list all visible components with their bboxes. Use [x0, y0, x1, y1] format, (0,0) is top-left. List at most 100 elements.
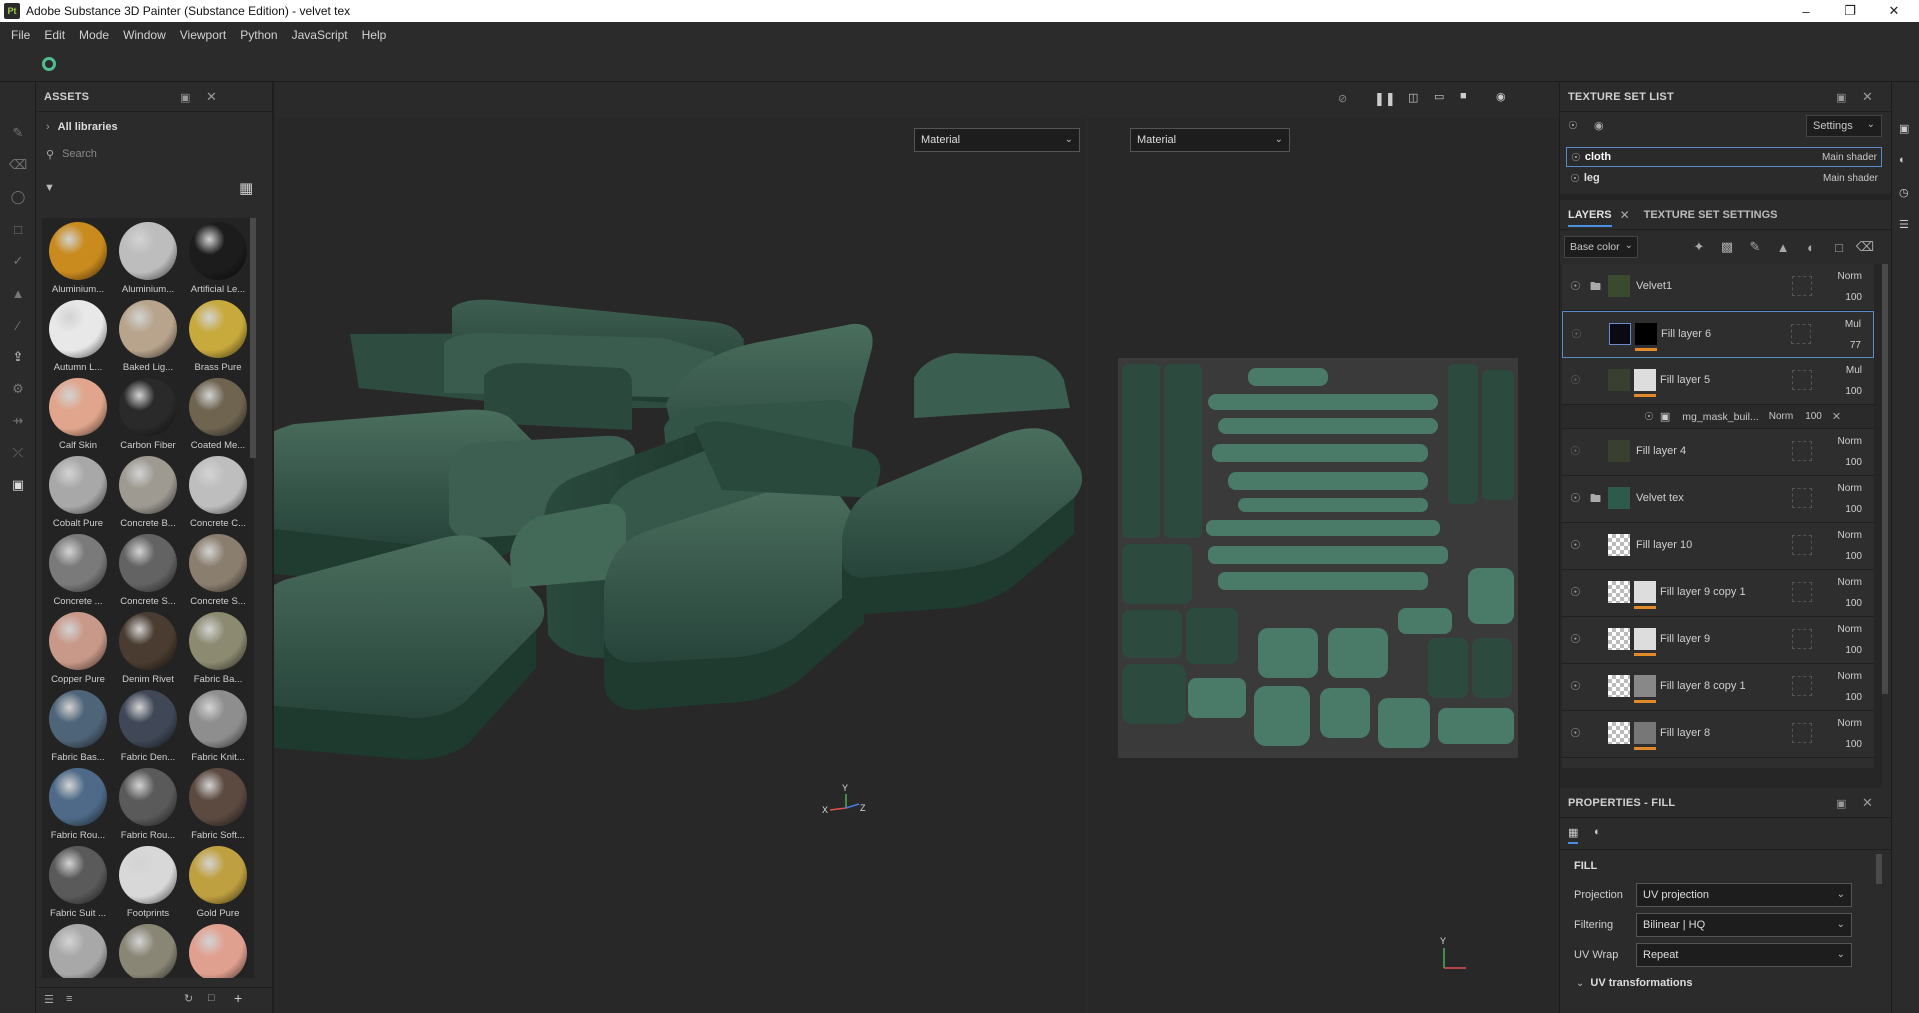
close-window-button[interactable]: ✕: [1872, 0, 1916, 22]
asset-item[interactable]: Concrete ...: [43, 530, 113, 608]
shader-settings-icon[interactable]: ◐: [1899, 154, 1906, 166]
layer-row-selected[interactable]: ☉ Fill layer 6 Mul 77: [1562, 311, 1874, 358]
grid-view-icon[interactable]: ▦: [239, 179, 253, 197]
eye-icon[interactable]: ☉: [1570, 373, 1581, 387]
eye-icon[interactable]: ☉: [1570, 632, 1581, 646]
split-view-icon[interactable]: ◫: [1408, 91, 1418, 104]
asset-item[interactable]: Fabric Ba...: [183, 608, 253, 686]
list-view-icon[interactable]: ☰: [44, 993, 54, 1006]
eye-icon[interactable]: ☉: [1570, 679, 1581, 693]
blend-mode[interactable]: Mul: [1846, 365, 1862, 376]
asset-item[interactable]: [113, 920, 183, 978]
blend-mode[interactable]: Norm: [1838, 718, 1862, 729]
tab-texture-set-settings[interactable]: TEXTURE SET SETTINGS: [1644, 209, 1778, 221]
layer-opacity[interactable]: 100: [1845, 457, 1862, 468]
clone-stamp-icon[interactable]: ▲: [9, 284, 27, 302]
projection-icon[interactable]: ◯: [9, 188, 27, 206]
close-panel-icon[interactable]: ✕: [1862, 795, 1873, 811]
asset-item[interactable]: Concrete B...: [113, 452, 183, 530]
asset-item[interactable]: Denim Rivet: [113, 608, 183, 686]
eye-icon[interactable]: ☉: [1570, 585, 1581, 599]
blend-mode[interactable]: Norm: [1838, 530, 1862, 541]
eye-icon[interactable]: ☉: [1571, 327, 1582, 341]
assets-search[interactable]: ⚲ Search: [42, 142, 260, 166]
menu-mode[interactable]: Mode: [72, 28, 116, 42]
asset-item[interactable]: Autumn L...: [43, 296, 113, 374]
layer-row[interactable]: ☉ 🖿 Velvet1 Norm 100: [1562, 264, 1874, 311]
close-panel-icon[interactable]: ✕: [206, 89, 217, 105]
uv-transformations-section[interactable]: ⌄ UV transformations: [1576, 974, 1692, 992]
layer-opacity[interactable]: 100: [1845, 692, 1862, 703]
effect-opacity[interactable]: 100: [1805, 411, 1822, 422]
add-icon[interactable]: +: [234, 990, 242, 1006]
layer-row[interactable]: ☉ Fill layer 9 Norm 100: [1562, 617, 1874, 664]
asset-item[interactable]: Fabric Bas...: [43, 686, 113, 764]
effects-wand-icon[interactable]: ✦: [1688, 236, 1710, 258]
asset-item[interactable]: Fabric Soft...: [183, 764, 253, 842]
blend-mode[interactable]: Norm: [1838, 624, 1862, 635]
asset-item[interactable]: Fabric Suit ...: [43, 842, 113, 920]
asset-item[interactable]: Baked Lig...: [113, 296, 183, 374]
asset-item[interactable]: Coated Me...: [183, 374, 253, 452]
layer-row[interactable]: ☉ 🖿 Velvet tex Norm 100: [1562, 476, 1874, 523]
hide-ui-icon[interactable]: ⊘: [1338, 92, 1347, 105]
sort-icon[interactable]: ≡: [66, 993, 72, 1005]
display-settings-icon[interactable]: ▣: [1899, 122, 1909, 135]
add-fill-layer-icon[interactable]: ▲: [1772, 236, 1794, 258]
blend-mode[interactable]: Norm: [1838, 436, 1862, 447]
maximize-button[interactable]: ❐: [1828, 0, 1872, 22]
layer-row[interactable]: ☉ Fill layer 4 Norm 100: [1562, 429, 1874, 476]
blend-mode[interactable]: Norm: [1838, 483, 1862, 494]
eye-icon[interactable]: ☉: [1571, 151, 1581, 164]
libraries-selector[interactable]: › All libraries: [42, 116, 262, 138]
layer-opacity[interactable]: 100: [1845, 292, 1862, 303]
texture-set-leg[interactable]: ☉ leg Main shader: [1566, 168, 1882, 188]
add-paint-layer-icon[interactable]: ✎: [1744, 236, 1766, 258]
layer-opacity[interactable]: 100: [1845, 598, 1862, 609]
measure-icon[interactable]: ⤫: [9, 444, 27, 462]
pause-icon[interactable]: ❚❚: [1374, 91, 1396, 107]
add-folder-icon[interactable]: □: [1828, 236, 1850, 258]
properties-scrollbar[interactable]: [1876, 854, 1882, 884]
asset-item[interactable]: Calf Skin: [43, 374, 113, 452]
asset-item[interactable]: Fabric Rou...: [113, 764, 183, 842]
add-mask-icon[interactable]: ▩: [1716, 236, 1738, 258]
texture-set-cloth[interactable]: ☉ cloth Main shader: [1566, 147, 1882, 167]
asset-item[interactable]: [183, 920, 253, 978]
settings-gear-icon[interactable]: ⚙: [9, 380, 27, 398]
color-picker-icon[interactable]: ∕: [9, 316, 27, 334]
assets-scrollbar[interactable]: [250, 218, 256, 458]
asset-item[interactable]: Fabric Den...: [113, 686, 183, 764]
eraser-icon[interactable]: ⌫: [9, 156, 27, 174]
asset-item[interactable]: Footprints: [113, 842, 183, 920]
new-folder-icon[interactable]: □: [208, 992, 215, 1004]
layer-opacity[interactable]: 77: [1850, 340, 1861, 351]
blend-mode[interactable]: Mul: [1845, 319, 1861, 330]
layer-opacity[interactable]: 100: [1845, 739, 1862, 750]
minimize-button[interactable]: –: [1784, 0, 1828, 22]
paint-brush-icon[interactable]: ✎: [9, 124, 27, 142]
uvwrap-select[interactable]: Repeat ⌄: [1636, 943, 1852, 967]
asset-item[interactable]: Copper Pure: [43, 608, 113, 686]
asset-item[interactable]: Artificial Le...: [183, 218, 253, 296]
asset-item[interactable]: Fabric Rou...: [43, 764, 113, 842]
blend-mode[interactable]: Norm: [1838, 271, 1862, 282]
filter-icon[interactable]: ▼: [44, 182, 55, 194]
camera-snapshot-icon[interactable]: ▣: [9, 476, 27, 494]
camera-icon[interactable]: ■: [1460, 90, 1467, 102]
layer-opacity[interactable]: 100: [1845, 504, 1862, 515]
eye-icon[interactable]: ☉: [1570, 726, 1581, 740]
menu-python[interactable]: Python: [233, 28, 284, 42]
menu-edit[interactable]: Edit: [37, 28, 72, 42]
close-panel-icon[interactable]: ✕: [1862, 89, 1873, 105]
history-icon[interactable]: ◷: [1899, 186, 1909, 199]
asset-item[interactable]: [43, 920, 113, 978]
layer-row[interactable]: ☉ Fill layer 5 Mul 100: [1562, 358, 1874, 405]
menu-viewport[interactable]: Viewport: [173, 28, 233, 42]
asset-item[interactable]: Carbon Fiber: [113, 374, 183, 452]
viewport-2d[interactable]: Material ⌄ Y: [1088, 118, 1559, 1013]
eye-icon[interactable]: ☉: [1644, 410, 1654, 423]
asset-item[interactable]: Concrete C...: [183, 452, 253, 530]
eye-icon[interactable]: ☉: [1570, 491, 1581, 505]
undock-icon[interactable]: ▣: [1836, 797, 1846, 810]
